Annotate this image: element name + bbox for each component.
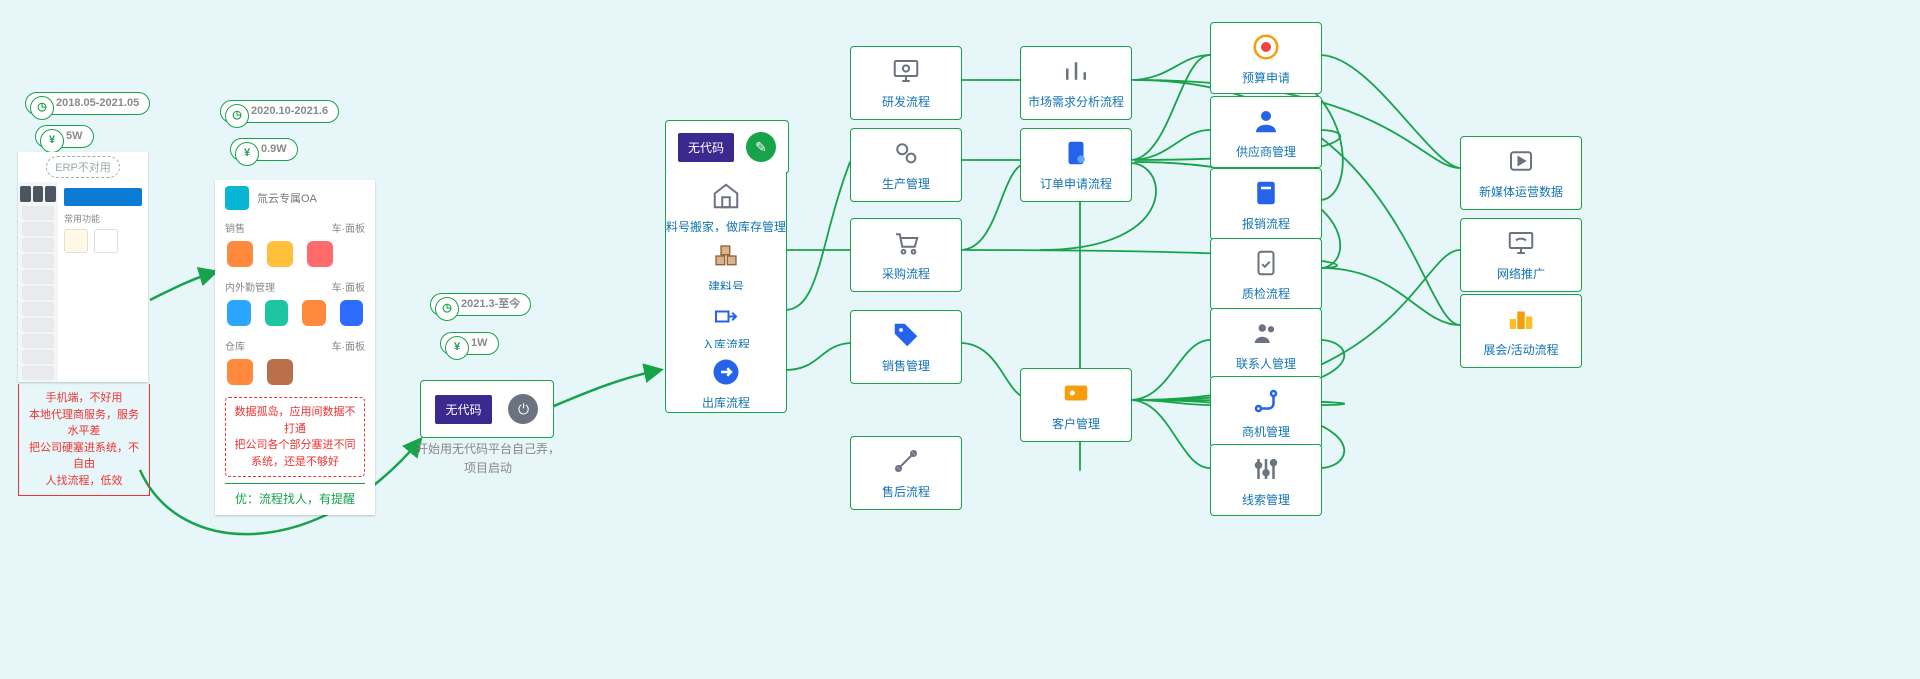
id-card-icon — [1058, 375, 1094, 411]
node-market-analysis: 市场需求分析流程 — [1020, 46, 1132, 120]
phase3-note: 开始用无代码平台自己弄， 项目启动 — [408, 440, 568, 478]
node-budget: 预算申请 — [1210, 22, 1322, 94]
clock-icon: ◷ — [225, 104, 249, 128]
node-outbound: 出库流程 — [665, 348, 787, 413]
monitor-wifi-icon — [1503, 225, 1539, 261]
users-icon — [1248, 315, 1284, 351]
node-production: 生产管理 — [850, 128, 962, 202]
nocode-tag: 无代码 — [435, 395, 491, 424]
app-icon — [265, 300, 289, 326]
phase1-cost: 5W — [66, 130, 83, 142]
app-icon — [267, 241, 293, 267]
node-warehouse: 料号搬家，做库存管理 — [665, 172, 787, 239]
podium-icon — [1503, 301, 1539, 337]
app-icon — [340, 300, 364, 326]
house-icon — [708, 178, 744, 214]
phase2-date-cloud: ◷ 2020.10-2021.6 — [220, 100, 339, 123]
app-icon — [302, 300, 326, 326]
node-rd: 研发流程 — [850, 46, 962, 120]
phase2-cost: 0.9W — [261, 143, 287, 155]
node-newmedia: 新媒体运营数据 — [1460, 136, 1582, 210]
phase2-advantage: 优：流程找人，有提醒 — [225, 483, 365, 507]
node-procurement: 采购流程 — [850, 218, 962, 292]
tools-icon — [888, 443, 924, 479]
oa-logo-icon — [225, 186, 249, 210]
user-icon — [1248, 103, 1284, 139]
clock-icon: ◷ — [30, 96, 54, 120]
phase3-date-cloud: ◷ 2021.3-至今 — [430, 293, 531, 316]
bar-chart-icon — [1058, 53, 1094, 89]
app-icon — [227, 359, 253, 385]
phase1-panel: ERP不对用 常用功能 — [18, 152, 148, 382]
phase2-date: 2020.10-2021.6 — [251, 105, 328, 117]
phase3-card: 无代码 ⏻ — [420, 380, 554, 438]
phase1-warning: 手机端，不好用 本地代理商服务，服务水平差 把公司硬塞进系统，不自由 人找流程，… — [18, 384, 150, 496]
gears-icon — [888, 135, 924, 171]
node-order-apply: 订单申请流程 — [1020, 128, 1132, 202]
node-supplier: 供应商管理 — [1210, 96, 1322, 168]
node-leads: 线索管理 — [1210, 444, 1322, 516]
node-customer: 客户管理 — [1020, 368, 1132, 442]
node-webpromo: 网络推广 — [1460, 218, 1582, 292]
node-reimburse: 报销流程 — [1210, 168, 1322, 240]
erp-chip: ERP不对用 — [18, 152, 148, 182]
route-icon — [1248, 383, 1284, 419]
phase1-cost-cloud: ¥ 5W — [35, 125, 94, 148]
phase1-sidebar — [18, 182, 58, 382]
cart-out-icon — [708, 354, 744, 390]
phase3-cost-cloud: ¥ 1W — [440, 332, 499, 355]
coin-icon — [1248, 29, 1284, 65]
phase1-main: 常用功能 — [58, 182, 148, 382]
node-sales: 销售管理 — [850, 310, 962, 384]
cart-in-icon — [708, 296, 744, 332]
app-icon — [267, 359, 293, 385]
monitor-gear-icon — [888, 53, 924, 89]
node-expo: 展会/活动流程 — [1460, 294, 1582, 368]
receipt-icon — [1248, 175, 1284, 211]
phase3-date: 2021.3-至今 — [461, 298, 520, 310]
phase2-warning: 数据孤岛，应用间数据不打通 把公司各个部分塞进不同系统，还是不够好 — [225, 397, 365, 477]
clock-icon: ◷ — [435, 297, 459, 321]
money-icon: ¥ — [40, 129, 64, 153]
node-qc: 质检流程 — [1210, 238, 1322, 310]
power-icon: ⏻ — [508, 394, 538, 424]
boxes-icon — [708, 238, 744, 274]
app-icon — [307, 241, 333, 267]
phase1-date: 2018.05-2021.05 — [56, 97, 139, 109]
sliders-icon — [1248, 451, 1284, 487]
money-icon: ¥ — [445, 336, 469, 360]
tag-icon — [888, 317, 924, 353]
node-contacts: 联系人管理 — [1210, 308, 1322, 380]
doc-check-icon — [1248, 245, 1284, 281]
node-opportunity: 商机管理 — [1210, 376, 1322, 448]
app-icon — [227, 241, 253, 267]
phase2-cost-cloud: ¥ 0.9W — [230, 138, 298, 161]
nocode-tag: 无代码 — [678, 133, 734, 162]
pencil-icon: ✎ — [746, 132, 776, 162]
cart-icon — [888, 225, 924, 261]
money-icon: ¥ — [235, 142, 259, 166]
phase2-title: 氚云专属OA — [257, 190, 317, 206]
video-icon — [1503, 143, 1539, 179]
node-aftersales: 售后流程 — [850, 436, 962, 510]
app-icon — [227, 300, 251, 326]
node-material: 建料号 — [665, 232, 787, 297]
phase1-date-cloud: ◷ 2018.05-2021.05 — [25, 92, 150, 115]
clipboard-gear-icon — [1058, 135, 1094, 171]
phase3-cost: 1W — [471, 337, 488, 349]
phase2-panel: 氚云专属OA 销售车·面板 内外勤管理车·面板 仓库车·面板 数据孤岛，应用间数… — [215, 180, 375, 515]
colA-nocode-card: 无代码 ✎ — [665, 120, 789, 174]
node-inbound: 入库流程 — [665, 290, 787, 355]
